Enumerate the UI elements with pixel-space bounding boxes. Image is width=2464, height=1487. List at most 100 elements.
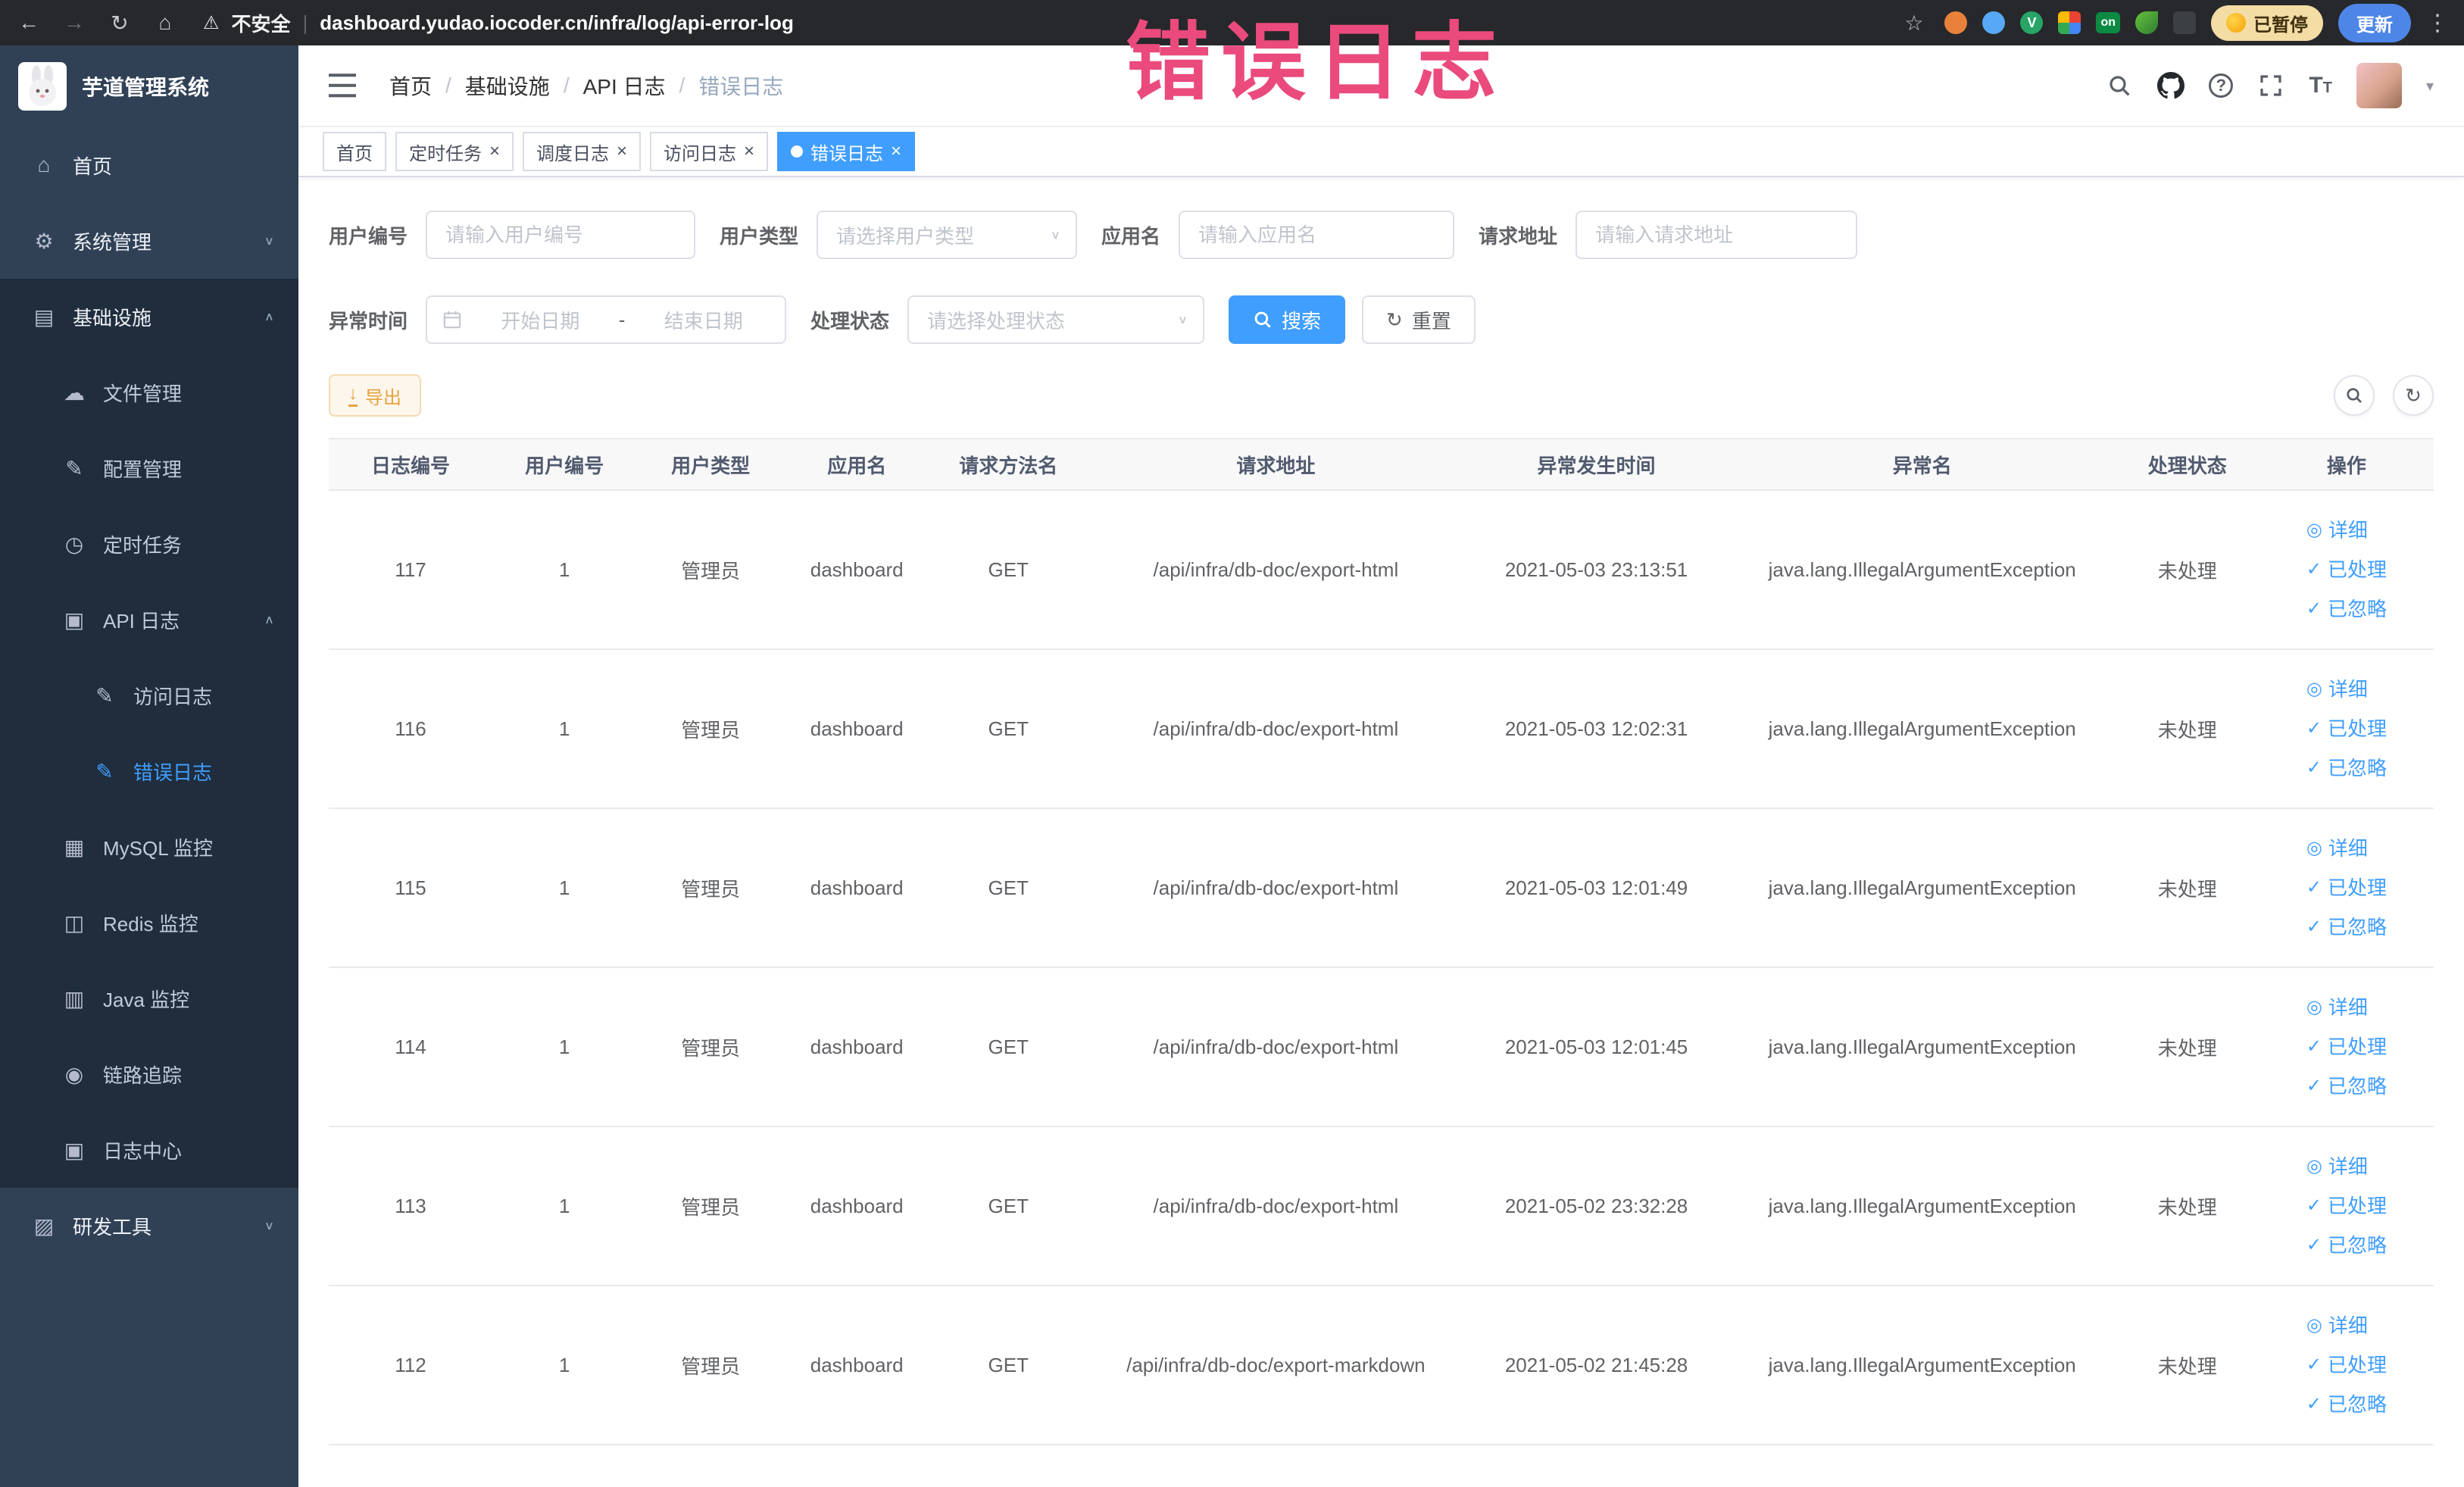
cell-user_id: 1 xyxy=(492,808,637,968)
sidebar-item-label: 日志中心 xyxy=(103,1139,183,1163)
search-icon[interactable] xyxy=(2106,72,2133,99)
app-logo-row[interactable]: 芋道管理系统 xyxy=(0,45,298,127)
font-size-icon[interactable]: TT xyxy=(2309,73,2332,98)
extension-drop-icon[interactable] xyxy=(1982,11,2006,34)
sidebar-item-access-log[interactable]: ✎ 访问日志 xyxy=(0,658,298,733)
extension-orange-icon[interactable] xyxy=(1944,11,1968,34)
sidebar-item-label: API 日志 xyxy=(103,609,180,633)
tab-close-icon[interactable]: × xyxy=(489,142,500,161)
process-status-label: 处理状态 xyxy=(810,309,890,333)
tab-item[interactable]: 访问日志 × xyxy=(650,132,769,171)
detail-link[interactable]: ◎ 详细 xyxy=(2306,830,2368,867)
github-icon[interactable] xyxy=(2157,72,2185,99)
sidebar-item-mysql[interactable]: ▦ MySQL 监控 xyxy=(0,809,298,885)
processed-link[interactable]: ✓ 已处理 xyxy=(2306,711,2387,747)
processed-link[interactable]: ✓ 已处理 xyxy=(2306,870,2387,906)
sidebar-item-redis[interactable]: ◫ Redis 监控 xyxy=(0,885,298,961)
sidebar-item-gear[interactable]: ⚙ 系统管理 ∨ xyxy=(0,203,298,279)
sidebar-item-tools[interactable]: ▨ 研发工具 ∨ xyxy=(0,1188,298,1264)
refresh-table-button[interactable]: ↻ xyxy=(2393,375,2434,416)
ignore-link[interactable]: ✓ 已忽略 xyxy=(2306,1068,2387,1104)
export-button[interactable]: ↓ 导出 xyxy=(329,374,421,417)
tab-item[interactable]: 首页 xyxy=(323,132,386,171)
browser-menu-icon[interactable]: ⋮ xyxy=(2426,10,2449,36)
extension-on-badge[interactable]: on xyxy=(2096,12,2120,33)
detail-link[interactable]: ◎ 详细 xyxy=(2306,512,2368,548)
ignore-link[interactable]: ✓ 已忽略 xyxy=(2306,1227,2387,1264)
date-range-picker[interactable]: 开始日期 - 结束日期 xyxy=(426,295,787,344)
browser-reload-icon[interactable]: ↻ xyxy=(106,11,133,36)
sidebar-item-error-log[interactable]: ✎ 错误日志 xyxy=(0,733,298,809)
detail-link[interactable]: ◎ 详细 xyxy=(2306,1307,2368,1344)
sidebar-item-log-center[interactable]: ▣ 日志中心 xyxy=(0,1112,298,1188)
sidebar-item-java[interactable]: ▥ Java 监控 xyxy=(0,961,298,1036)
cell-status: 未处理 xyxy=(2115,967,2259,1127)
tab-close-icon[interactable]: × xyxy=(617,142,627,161)
detail-link[interactable]: ◎ 详细 xyxy=(2306,1148,2368,1185)
user-id-input[interactable] xyxy=(426,211,696,259)
chevron-down-icon[interactable]: ▾ xyxy=(2426,77,2434,95)
sidebar-item-infrastructure[interactable]: ▤ 基础设施 ∧ xyxy=(0,279,298,355)
request-url-input[interactable] xyxy=(1576,211,1858,259)
browser-update-button[interactable]: 更新 xyxy=(2338,3,2411,42)
ignore-link[interactable]: ✓ 已忽略 xyxy=(2306,591,2387,627)
sidebar-item-dashboard[interactable]: ⌂ 首页 xyxy=(0,127,298,203)
breadcrumb-item[interactable]: 首页 xyxy=(389,70,432,101)
extension-puzzle-icon[interactable] xyxy=(2173,11,2196,34)
ignore-link[interactable]: ✓ 已忽略 xyxy=(2306,1386,2387,1423)
extension-squares-icon[interactable] xyxy=(2058,11,2081,34)
fullscreen-icon[interactable] xyxy=(2257,72,2284,99)
sidebar-item-file[interactable]: ☁ 文件管理 xyxy=(0,355,298,430)
reset-button[interactable]: ↻ 重置 xyxy=(1362,295,1476,344)
sidebar-item-timer[interactable]: ◷ 定时任务 xyxy=(0,506,298,582)
column-header: 异常发生时间 xyxy=(1463,438,1729,491)
browser-back-icon[interactable]: ← xyxy=(15,11,42,35)
browser-forward-icon[interactable]: → xyxy=(61,11,88,35)
extension-v-icon[interactable]: V xyxy=(2020,11,2044,34)
cell-app_name: dashboard xyxy=(785,490,929,650)
app-name-input[interactable] xyxy=(1179,211,1455,259)
profile-paused-button[interactable]: 已暂停 xyxy=(2211,5,2323,41)
browser-home-icon[interactable]: ⌂ xyxy=(151,11,179,35)
ignore-link[interactable]: ✓ 已忽略 xyxy=(2306,750,2387,786)
cell-url: /api/infra/db-doc/export-markdown xyxy=(1088,1286,1464,1445)
breadcrumb-item[interactable]: API 日志 xyxy=(583,70,666,101)
cell-url: /api/infra/db-doc/export-html xyxy=(1088,649,1464,809)
page-content: 用户编号 用户类型 请选择用户类型 ∨ 应用名 请求地址 xyxy=(298,177,2464,1445)
tab-item[interactable]: 错误日志 × xyxy=(777,132,916,171)
table-row: 113 1 管理员 dashboard GET/api/infra/db-doc/exp… xyxy=(329,1126,2434,1286)
row-actions: ◎ 详细 ✓ 已处理 ✓ 已忽略 xyxy=(2306,671,2387,786)
sidebar-item-trace[interactable]: ◉ 链路追踪 xyxy=(0,1036,298,1112)
sidebar-item-config[interactable]: ✎ 配置管理 xyxy=(0,430,298,506)
sidebar-item-api-log[interactable]: ▣ API 日志 ∧ xyxy=(0,582,298,658)
sidebar-item-label: 系统管理 xyxy=(73,230,152,254)
process-status-select[interactable]: 请选择处理状态 ∨ xyxy=(907,295,1205,344)
action-label: 详细 xyxy=(2328,1314,2368,1337)
search-button[interactable]: 搜索 xyxy=(1229,295,1346,344)
tab-close-icon[interactable]: × xyxy=(744,142,754,161)
processed-link[interactable]: ✓ 已处理 xyxy=(2306,551,2387,588)
avatar[interactable] xyxy=(2356,63,2402,108)
user-type-select[interactable]: 请选择用户类型 ∨ xyxy=(817,211,1078,259)
start-date-placeholder: 开始日期 xyxy=(501,309,580,333)
address-bar[interactable]: ⚠ 不安全 | dashboard.yudao.iocoder.cn/infra… xyxy=(203,9,794,37)
sidebar-toggle-icon[interactable] xyxy=(329,73,356,98)
detail-link[interactable]: ◎ 详细 xyxy=(2306,671,2368,708)
tab-item[interactable]: 调度日志 × xyxy=(523,132,642,171)
detail-link[interactable]: ◎ 详细 xyxy=(2306,989,2368,1026)
cell-app_name: dashboard xyxy=(785,1286,929,1445)
processed-link[interactable]: ✓ 已处理 xyxy=(2306,1029,2387,1065)
gear-icon: ⚙ xyxy=(34,229,54,253)
processed-link[interactable]: ✓ 已处理 xyxy=(2306,1347,2387,1383)
breadcrumb-item[interactable]: 基础设施 xyxy=(465,70,550,101)
toggle-search-button[interactable] xyxy=(2334,375,2375,416)
help-icon[interactable]: ? xyxy=(2209,73,2234,98)
tab-item[interactable]: 定时任务 × xyxy=(395,132,514,171)
api-log-icon: ▣ xyxy=(64,608,85,632)
tab-close-icon[interactable]: × xyxy=(891,142,901,161)
processed-link[interactable]: ✓ 已处理 xyxy=(2306,1188,2387,1224)
bookmark-star-icon[interactable]: ☆ xyxy=(1904,11,1923,36)
ignore-link[interactable]: ✓ 已忽略 xyxy=(2306,909,2387,945)
extension-leaf-icon[interactable] xyxy=(2135,11,2158,34)
sidebar-item-label: 定时任务 xyxy=(103,533,183,557)
